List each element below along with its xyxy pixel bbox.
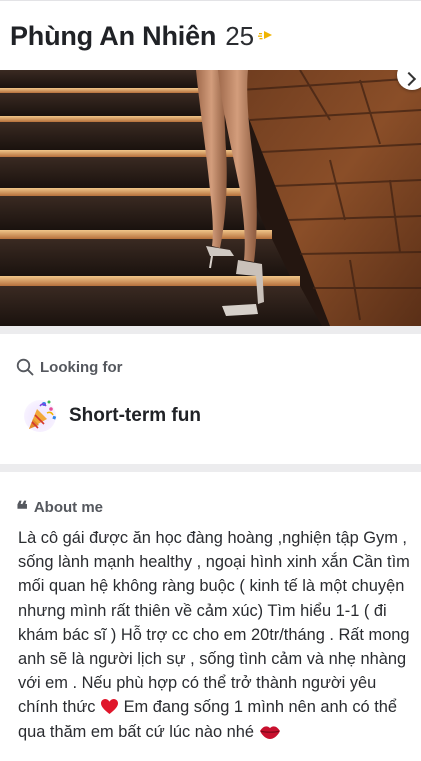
wave-badge-icon <box>258 30 273 39</box>
search-icon <box>16 358 34 376</box>
looking-for-label: Looking for <box>40 358 123 376</box>
kiss-lips-icon <box>259 725 280 739</box>
photo-image <box>0 70 421 326</box>
looking-for-card: Looking for Short-term fun <box>0 334 421 464</box>
profile-name: Phùng An Nhiên <box>10 21 217 51</box>
profile-screen: Phùng An Nhiên 25 Looking for Short-term… <box>0 0 421 761</box>
about-me-card: ❝ About me Là cô gái được ăn học đàng ho… <box>0 472 421 761</box>
red-heart-icon <box>101 699 119 715</box>
profile-age: 25 <box>225 21 255 51</box>
looking-for-header: Looking for <box>16 358 123 376</box>
about-text-part1: Là cô gái được ăn học đàng hoàng ,nghiện… <box>18 529 410 717</box>
about-me-text: Là cô gái được ăn học đàng hoàng ,nghiện… <box>18 526 414 744</box>
profile-header: Phùng An Nhiên 25 <box>0 0 421 70</box>
quote-icon: ❝ <box>16 497 28 523</box>
profile-photo[interactable] <box>0 70 421 326</box>
looking-for-text: Short-term fun <box>69 405 201 426</box>
party-popper-icon <box>24 400 57 432</box>
name-row: Phùng An Nhiên 25 <box>10 21 276 52</box>
about-me-header: ❝ About me <box>16 497 104 523</box>
about-me-label: About me <box>33 498 104 516</box>
looking-for-value: Short-term fun <box>24 400 201 432</box>
